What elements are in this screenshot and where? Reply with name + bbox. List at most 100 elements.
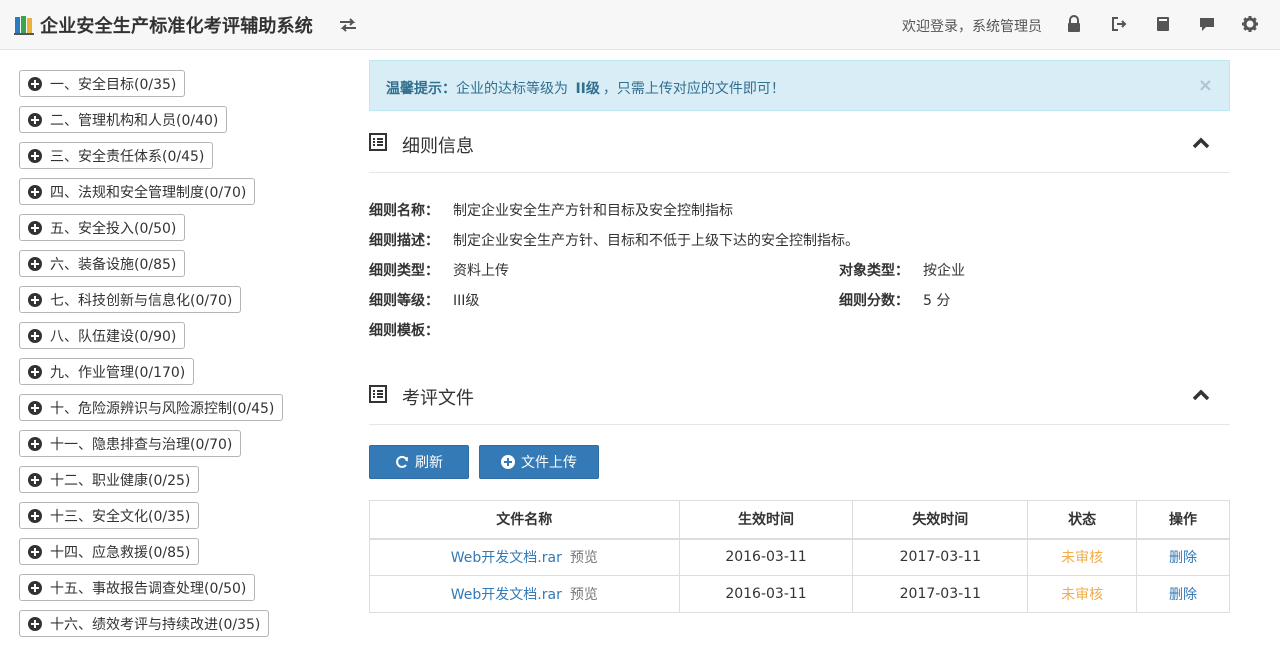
- preview-link[interactable]: 预览: [570, 550, 598, 566]
- column-header: 文件名称: [369, 500, 680, 540]
- category-label: 九、作业管理(0/170): [50, 364, 186, 381]
- sidebar-item: 十一、隐患排查与治理(0/70): [19, 430, 319, 466]
- category-label: 十三、安全文化(0/35): [50, 508, 191, 525]
- detail-name-value: 制定企业安全生产方针和目标及安全控制指标: [453, 203, 733, 219]
- preview-link[interactable]: 预览: [570, 587, 598, 603]
- category-button[interactable]: 九、作业管理(0/170): [19, 358, 195, 385]
- upload-button[interactable]: 文件上传: [479, 445, 599, 479]
- category-button[interactable]: 四、法规和安全管理制度(0/70): [19, 178, 256, 205]
- category-button[interactable]: 八、队伍建设(0/90): [19, 322, 186, 349]
- upload-label: 文件上传: [521, 455, 577, 471]
- detail-name-label: 细则名称：: [369, 203, 439, 219]
- sidebar-item: 一、安全目标(0/35): [19, 70, 319, 106]
- delete-link[interactable]: 删除: [1169, 550, 1197, 566]
- collapse-chevron-icon[interactable]: [1192, 136, 1210, 150]
- plus-circle-icon: [28, 580, 42, 595]
- category-button[interactable]: 十二、职业健康(0/25): [19, 466, 200, 493]
- file-name-cell: Web开发文档.rar 预览: [369, 575, 680, 613]
- plus-circle-icon: [28, 436, 42, 451]
- collapse-chevron-icon[interactable]: [1192, 388, 1210, 402]
- plus-circle-icon: [28, 220, 42, 235]
- detail-template-label: 细则模板：: [369, 323, 439, 339]
- comment-icon[interactable]: [1198, 15, 1216, 33]
- alert-close-button[interactable]: ×: [1198, 75, 1213, 96]
- app-title: 企业安全生产标准化考评辅助系统: [40, 16, 313, 37]
- file-link[interactable]: Web开发文档.rar: [451, 587, 562, 603]
- plus-circle-icon: [28, 148, 42, 163]
- category-button[interactable]: 二、管理机构和人员(0/40): [19, 106, 228, 133]
- detail-info: 细则名称： 制定企业安全生产方针和目标及安全控制指标 细则描述： 制定企业安全生产方…: [369, 173, 1230, 363]
- sidebar-item: 十六、绩效考评与持续改进(0/35): [19, 610, 319, 646]
- category-label: 四、法规和安全管理制度(0/70): [50, 184, 247, 201]
- sidebar-item: 八、队伍建设(0/90): [19, 322, 319, 358]
- category-sidebar: 一、安全目标(0/35) 二、管理机构和人员(0/40) 三、安全责任体系(0/45…: [19, 70, 319, 646]
- sidebar-item: 六、装备设施(0/85): [19, 250, 319, 286]
- tip-alert: 温馨提示：企业的达标等级为 II级 ，只需上传对应的文件即可！ ×: [369, 60, 1230, 111]
- plus-circle-icon: [28, 472, 42, 487]
- detail-grade-row: 细则等级： III级: [369, 290, 479, 310]
- books-logo-icon: [14, 16, 34, 35]
- brand[interactable]: 企业安全生产标准化考评辅助系统: [14, 13, 313, 37]
- detail-type-label: 细则类型：: [369, 263, 439, 279]
- sidebar-item: 十五、事故报告调查处理(0/50): [19, 574, 319, 610]
- category-button[interactable]: 十六、绩效考评与持续改进(0/35): [19, 610, 270, 637]
- sidebar-item: 七、科技创新与信息化(0/70): [19, 286, 319, 322]
- category-button[interactable]: 十、危险源辨识与风险源控制(0/45): [19, 394, 284, 421]
- category-label: 十一、隐患排查与治理(0/70): [50, 436, 233, 453]
- plus-circle-icon: [28, 184, 42, 199]
- lock-icon[interactable]: [1065, 15, 1083, 33]
- plus-circle-icon: [28, 544, 42, 559]
- category-button[interactable]: 十五、事故报告调查处理(0/50): [19, 574, 256, 601]
- sidebar-item: 四、法规和安全管理制度(0/70): [19, 178, 319, 214]
- detail-score-row: 细则分数： 5 分: [839, 290, 950, 310]
- refresh-label: 刷新: [415, 455, 443, 471]
- column-header: 生效时间: [678, 500, 854, 540]
- detail-grade-label: 细则等级：: [369, 293, 439, 309]
- object-type-row: 对象类型： 按企业: [839, 260, 965, 280]
- column-header: 操作: [1136, 500, 1230, 540]
- sidebar-item: 十、危险源辨识与风险源控制(0/45): [19, 394, 319, 430]
- detail-desc-value: 制定企业安全生产方针、目标和不低于上级下达的安全控制指标。: [453, 233, 859, 249]
- sidebar-item: 五、安全投入(0/50): [19, 214, 319, 250]
- delete-link[interactable]: 删除: [1169, 587, 1197, 603]
- sidebar-item: 十四、应急救援(0/85): [19, 538, 319, 574]
- plus-circle-icon: [28, 508, 42, 523]
- action-cell: 删除: [1136, 538, 1230, 576]
- book-icon[interactable]: [1154, 15, 1172, 33]
- files-table: 文件名称 生效时间 失效时间 状态 操作 Web开发文档.rar 预览 2016-03-11…: [369, 500, 1230, 613]
- swap-icon[interactable]: [338, 15, 358, 35]
- sidebar-item: 九、作业管理(0/170): [19, 358, 319, 394]
- category-button[interactable]: 十四、应急救援(0/85): [19, 538, 200, 565]
- category-label: 十六、绩效考评与持续改进(0/35): [50, 616, 261, 633]
- start-date-cell: 2016-03-11: [678, 575, 854, 613]
- alert-level: II级: [575, 81, 600, 97]
- category-button[interactable]: 十三、安全文化(0/35): [19, 502, 200, 529]
- sidebar-item: 三、安全责任体系(0/45): [19, 142, 319, 178]
- files-section-header: 考评文件: [369, 363, 1230, 425]
- category-button[interactable]: 三、安全责任体系(0/45): [19, 142, 214, 169]
- refresh-button[interactable]: 刷新: [369, 445, 469, 479]
- file-name-cell: Web开发文档.rar 预览: [369, 538, 680, 576]
- end-date-cell: 2017-03-11: [852, 538, 1029, 576]
- table-header-row: 文件名称 生效时间 失效时间 状态 操作: [369, 500, 1230, 540]
- category-label: 一、安全目标(0/35): [50, 76, 177, 93]
- category-label: 十二、职业健康(0/25): [50, 472, 191, 489]
- detail-name-row: 细则名称： 制定企业安全生产方针和目标及安全控制指标: [369, 200, 733, 220]
- sidebar-item: 十三、安全文化(0/35): [19, 502, 319, 538]
- category-button[interactable]: 五、安全投入(0/50): [19, 214, 186, 241]
- files-toolbar: 刷新 文件上传: [369, 425, 1230, 500]
- category-label: 十四、应急救援(0/85): [50, 544, 191, 561]
- alert-prefix: 温馨提示：: [386, 81, 456, 97]
- detail-section-title: 细则信息: [402, 136, 474, 157]
- file-link[interactable]: Web开发文档.rar: [451, 550, 562, 566]
- category-button[interactable]: 六、装备设施(0/85): [19, 250, 186, 277]
- gear-icon[interactable]: [1241, 15, 1259, 33]
- status-cell: 未审核: [1027, 538, 1138, 576]
- object-type-value: 按企业: [923, 263, 965, 279]
- category-button[interactable]: 十一、隐患排查与治理(0/70): [19, 430, 242, 457]
- logout-icon[interactable]: [1110, 15, 1128, 33]
- detail-score-value: 5 分: [923, 293, 951, 309]
- category-button[interactable]: 一、安全目标(0/35): [19, 70, 186, 97]
- category-label: 七、科技创新与信息化(0/70): [50, 292, 233, 309]
- category-button[interactable]: 七、科技创新与信息化(0/70): [19, 286, 242, 313]
